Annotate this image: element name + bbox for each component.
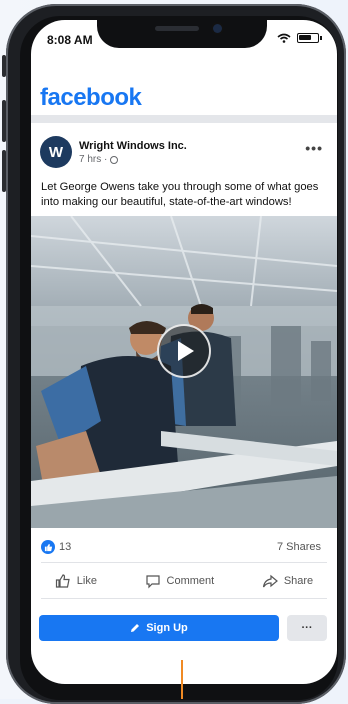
wifi-icon [277,33,291,43]
like-badge[interactable] [41,540,55,554]
post-timestamp: 7 hrs · [79,154,108,165]
comment-label: Comment [166,575,215,587]
actions-bottom-divider [41,598,327,599]
facebook-logo[interactable]: facebook [40,84,142,112]
post-text: Let George Owens take you through some o… [41,181,319,208]
feed-divider [31,115,337,123]
phone-screen: 8:08 AM facebook W Wright Windows Inc. 7… [31,20,337,684]
notch [97,20,267,48]
share-label: Share [283,575,314,587]
post-header: W Wright Windows Inc. 7 hrs · ••• [31,130,337,174]
more-dots-icon[interactable]: ••• [305,140,323,156]
share-count[interactable]: 7 Shares [277,541,321,553]
mute-switch [2,55,6,77]
post-actions: Like Comment Share [31,566,337,596]
actions-top-divider [41,562,327,563]
annotation-line [181,660,183,699]
sign-up-label: Sign Up [146,622,188,634]
post-meta: 7 hrs · [79,154,119,165]
page-name[interactable]: Wright Windows Inc. [79,140,187,152]
play-icon [178,341,194,361]
more-options-button[interactable]: ··· [287,615,327,641]
status-time: 8:08 AM [47,33,93,47]
comment-icon [145,575,160,589]
post-video[interactable] [31,216,337,528]
front-camera [213,24,222,33]
volume-up-button [2,100,6,142]
status-icons [277,33,322,43]
app-header: facebook [31,76,337,116]
volume-down-button [2,150,6,192]
speaker [155,26,199,31]
like-count[interactable]: 13 [59,541,71,553]
pencil-icon [131,624,140,632]
like-label: Like [76,575,97,587]
share-icon [262,574,278,588]
thumbs-up-icon [44,543,52,551]
play-button[interactable] [157,324,211,378]
share-button[interactable]: Share [262,573,313,589]
post-stats: 13 7 Shares [31,538,337,558]
page-avatar[interactable]: W [40,136,72,168]
battery-icon [297,33,322,43]
sign-up-button[interactable]: Sign Up [39,615,279,641]
comment-button[interactable]: Comment [145,573,215,589]
thumbs-up-icon [55,574,70,588]
globe-icon [110,155,119,164]
like-button[interactable]: Like [55,573,97,589]
